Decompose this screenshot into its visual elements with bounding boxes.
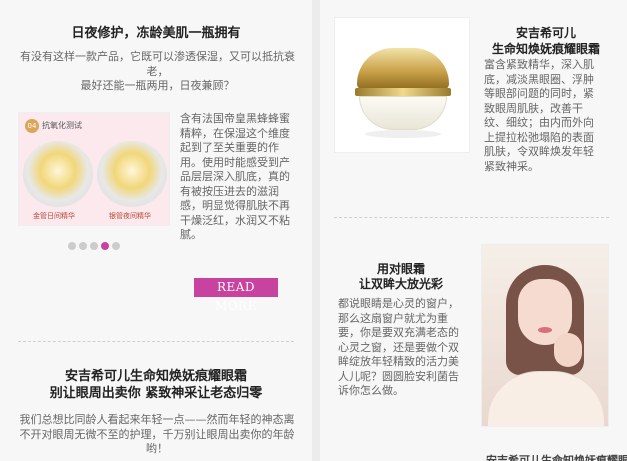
article-body: 含有法国帝皇黑蜂蜂蜜精粹，在保湿这个维度起到了至关重要的作用。使用时能感受到产品… (180, 112, 290, 241)
photo-tag: 04 抗氧化测试 (25, 119, 82, 133)
carousel-dot[interactable] (79, 242, 87, 250)
photo-tag-label: 抗氧化测试 (42, 121, 82, 130)
carousel-pagination (68, 242, 120, 250)
article-intro: 我们总想比同龄人看起来年轻一点——然而年轻的神态离不开对眼周无微不至的护理，千万… (19, 413, 295, 455)
carousel-dot[interactable] (90, 242, 98, 250)
jar-shadow (365, 130, 441, 138)
jar-ring (355, 88, 451, 96)
jar-base (359, 96, 447, 130)
divider (18, 341, 294, 342)
title-line: 别让眼周出卖你 紧致神采让老态归零 (49, 386, 263, 401)
serum-bowl-image (97, 141, 167, 207)
model-photo[interactable] (481, 244, 609, 427)
product-description: 富含紧致精华，深入肌底，减淡黑眼圈、浮肿等眼部问题的同时，紧致眼周肌肤，改善干纹… (484, 58, 594, 173)
title-line: 用对眼霜 (376, 262, 425, 276)
article-body: 都说眼睛是心灵的窗户，那么这扇窗户就尤为重要，你是要双充满老态的心灵之窗，还是要… (338, 297, 459, 397)
jar-lid (357, 48, 449, 90)
title-line: 让双眸大放光彩 (358, 277, 443, 291)
photo-caption: 金管日间精华 (33, 212, 75, 220)
article-intro: 有没有这样一款产品，它既可以渗透保湿，又可以抵抗衰老， 最好还能一瓶两用，日夜兼… (20, 50, 295, 92)
model-dress (488, 371, 604, 426)
read-more-button[interactable]: READ MORE (194, 278, 278, 313)
photo-caption: 银管夜间精华 (109, 212, 151, 220)
carousel-dot[interactable] (112, 242, 120, 250)
divider (334, 217, 609, 218)
product-title[interactable]: 安吉希可儿 生命知焕妩痕耀眼霜 (480, 25, 612, 57)
title-line: 生命知焕妩痕耀眼霜 (491, 42, 600, 56)
title-line: 安吉希可儿 (515, 26, 576, 40)
article-title[interactable]: 日夜修护，冻龄美肌一瓶拥有 (0, 22, 312, 41)
model-lips (538, 327, 552, 333)
carousel-dot[interactable] (68, 242, 76, 250)
next-article-title[interactable]: 安吉希可儿生命知焕妩痕耀眼霜 (486, 452, 627, 461)
title-line: 安吉希可儿生命知焕妩痕耀眼霜 (64, 369, 247, 384)
carousel-dot-active[interactable] (101, 242, 109, 250)
eye-cream-jar-image[interactable] (334, 17, 470, 153)
article-title[interactable]: 用对眼霜 让双眸大放光彩 (336, 262, 466, 292)
model-hand (554, 333, 582, 367)
article-title[interactable]: 安吉希可儿生命知焕妩痕耀眼霜 别让眼周出卖你 紧致神采让老态归零 (0, 368, 312, 402)
photo-tag-number: 04 (25, 119, 39, 133)
carousel-image[interactable]: 04 抗氧化测试 金管日间精华 银管夜间精华 (18, 112, 170, 226)
serum-bowl-image (23, 141, 93, 207)
